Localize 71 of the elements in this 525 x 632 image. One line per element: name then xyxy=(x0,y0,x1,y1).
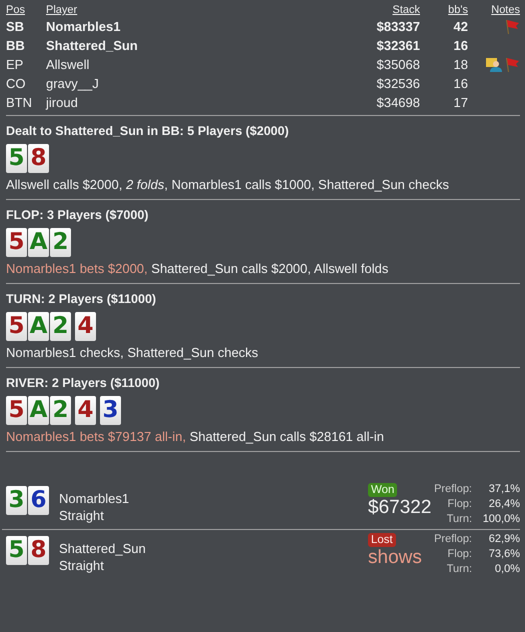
playing-card: 6 xyxy=(28,486,49,515)
playing-card: 5 xyxy=(6,396,27,425)
result-amount: $67322 xyxy=(368,497,432,519)
playing-card: 3 xyxy=(100,396,121,425)
street-title: TURN: 2 Players ($11000) xyxy=(6,292,158,306)
playing-card: 8 xyxy=(28,536,49,565)
result-badge: Lost xyxy=(368,533,396,547)
table-cell-text: CO xyxy=(6,75,26,92)
playing-card: 2 xyxy=(50,228,71,257)
table-cell-text: $32361 xyxy=(376,37,420,54)
table-cell-text: 16 xyxy=(452,75,468,92)
playing-card: A xyxy=(28,228,49,257)
action-line: Nomarbles1 bets $79137 all-in, Shattered_Sun calls $28161 all-in xyxy=(6,429,385,444)
table-cell-text: 18 xyxy=(452,56,468,73)
table-cell-text: BTN xyxy=(6,94,33,111)
playing-card: 3 xyxy=(6,486,27,515)
equity-label: Flop: xyxy=(446,547,472,562)
table-cell-text: $35068 xyxy=(376,56,420,73)
table-cell-text: EP xyxy=(6,56,24,73)
table-cell-text: gravy__J xyxy=(46,75,100,92)
playing-card: 2 xyxy=(50,396,71,425)
equity-label: Flop: xyxy=(446,497,472,512)
player-name: Shattered_Sun xyxy=(59,540,147,557)
table-cell-text: SB xyxy=(6,18,26,35)
table-cell-text: $83337 xyxy=(376,18,420,35)
action-line: Nomarbles1 bets $2000, Shattered_Sun calls $2000, Allswell folds xyxy=(6,261,390,276)
result-badge: Won xyxy=(368,483,398,497)
table-cell-text: $34698 xyxy=(376,94,420,111)
table-cell-text: BB xyxy=(6,37,26,54)
playing-card: 4 xyxy=(75,396,96,425)
equity-label: Preflop: xyxy=(434,482,472,497)
equity-value: 0,0% xyxy=(494,562,520,577)
playing-card: 5 xyxy=(6,228,27,257)
equity-value: 100,0% xyxy=(482,512,520,527)
equity-value: 26,4% xyxy=(488,497,520,512)
action-line: Nomarbles1 checks, Shattered_Sun checks xyxy=(6,345,260,360)
equity-value: 62,9% xyxy=(488,532,520,547)
playing-card: 5 xyxy=(6,144,27,173)
column-header[interactable]: bb's xyxy=(420,4,468,16)
action-line: Allswell calls $2000, 2 folds, Nomarbles1 calls $1000, Shattered_Sun checks xyxy=(6,177,450,192)
street-title: RIVER: 2 Players ($11000) xyxy=(6,376,161,390)
table-cell-text: Allswell xyxy=(46,56,90,73)
playing-card: A xyxy=(28,312,49,341)
playing-card: 8 xyxy=(28,144,49,173)
column-header[interactable]: Notes xyxy=(468,4,520,16)
column-header[interactable]: Player xyxy=(46,4,330,16)
table-cell-text: jiroud xyxy=(46,94,79,111)
playing-card: 4 xyxy=(75,312,96,341)
player-name: Nomarbles1 xyxy=(59,490,130,507)
equity-label: Turn: xyxy=(446,562,472,577)
hand-rank: Straight xyxy=(59,507,105,524)
playing-card: 5 xyxy=(6,312,27,341)
table-cell-text: Nomarbles1 xyxy=(46,18,122,35)
result-amount: shows xyxy=(368,547,423,569)
street-title: Dealt to Shattered_Sun in BB: 5 Players ($2000) xyxy=(6,124,290,138)
column-header[interactable]: Pos xyxy=(6,4,46,16)
equity-value: 73,6% xyxy=(488,547,520,562)
column-header[interactable]: Stack xyxy=(330,4,420,16)
playing-card: 2 xyxy=(50,312,71,341)
playing-card: 5 xyxy=(6,536,27,565)
table-cell-text: 17 xyxy=(452,94,468,111)
table-cell-text: $32536 xyxy=(376,75,420,92)
equity-label: Preflop: xyxy=(434,532,472,547)
table-cell-text: Shattered_Sun xyxy=(46,37,139,54)
equity-value: 37,1% xyxy=(488,482,520,497)
equity-label: Turn: xyxy=(446,512,472,527)
hand-rank: Straight xyxy=(59,557,105,574)
playing-card: A xyxy=(28,396,49,425)
table-cell-text: 42 xyxy=(452,18,468,35)
street-title: FLOP: 3 Players ($7000) xyxy=(6,208,150,222)
table-cell-text: 16 xyxy=(452,37,468,54)
